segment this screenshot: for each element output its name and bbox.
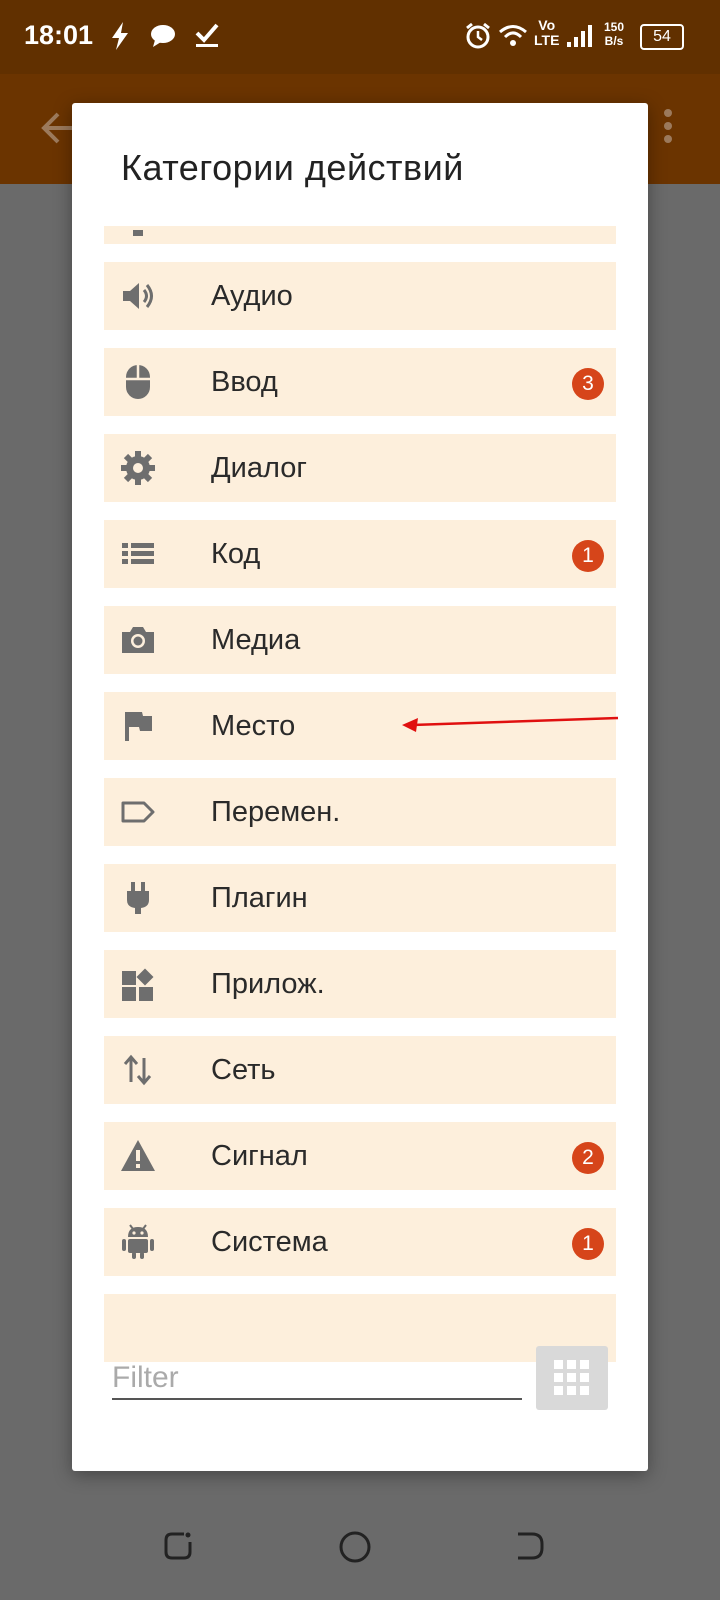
battery-icon: 54: [640, 24, 684, 50]
check-icon: [195, 23, 219, 47]
category-item-code[interactable]: Код 1: [104, 520, 616, 588]
camera-icon: [122, 627, 154, 653]
annotation-arrow-icon: [402, 716, 619, 732]
back-nav-icon[interactable]: [514, 1530, 546, 1562]
home-icon[interactable]: [338, 1530, 372, 1564]
overflow-menu-icon[interactable]: [662, 108, 674, 144]
list-icon: [122, 543, 154, 564]
partial-icon: [133, 230, 143, 236]
message-icon: [151, 25, 175, 47]
category-list[interactable]: Аудио Ввод 3 Диалог Код 1 Медиа Место Пе…: [104, 226, 616, 1426]
category-label: Сигнал: [211, 1140, 308, 1172]
count-badge: 1: [572, 540, 604, 572]
dialog-title: Категории действий: [121, 147, 464, 188]
category-label: Система: [211, 1226, 328, 1258]
plug-icon: [127, 882, 149, 914]
category-label: Перемен.: [211, 796, 341, 828]
category-item-media[interactable]: Медиа: [104, 606, 616, 674]
status-bar: 18:01 Vo LTE 150 B/s 54: [0, 0, 720, 74]
net-speed-unit: B/s: [604, 34, 624, 48]
category-item-system[interactable]: Система 1: [104, 1208, 616, 1276]
grid-view-button[interactable]: [536, 1346, 608, 1410]
category-item-signal[interactable]: Сигнал 2: [104, 1122, 616, 1190]
filter-input[interactable]: [112, 1358, 522, 1400]
category-item-dialog[interactable]: Диалог: [104, 434, 616, 502]
category-label: Сеть: [211, 1054, 276, 1086]
category-item-partial[interactable]: [104, 226, 616, 244]
updown-arrows-icon: [123, 1054, 152, 1086]
count-badge: 1: [572, 1228, 604, 1260]
category-label: Диалог: [211, 452, 307, 484]
net-speed-value: 150: [604, 20, 625, 34]
gear-icon: [121, 451, 155, 485]
volte-bottom: LTE: [534, 32, 560, 48]
android-icon: [122, 1224, 154, 1259]
category-label: Медиа: [211, 624, 301, 656]
category-item-variables[interactable]: Перемен.: [104, 778, 616, 846]
category-item-network[interactable]: Сеть: [104, 1036, 616, 1104]
flash-icon: [112, 22, 128, 50]
count-badge: 2: [572, 1142, 604, 1174]
category-label: Аудио: [211, 280, 293, 312]
category-label: Место: [211, 710, 296, 742]
count-badge: 3: [572, 368, 604, 400]
flag-icon: [125, 712, 152, 741]
signal-icon: [567, 25, 592, 47]
category-label: Код: [211, 538, 261, 570]
volte-top: Vo: [538, 17, 556, 33]
apps-icon: [122, 968, 154, 1001]
category-label: Ввод: [211, 366, 278, 398]
volte-indicator: Vo LTE: [534, 18, 559, 48]
mouse-icon: [126, 365, 150, 399]
recents-icon[interactable]: [162, 1530, 194, 1562]
category-label: Плагин: [211, 882, 308, 914]
category-item-audio[interactable]: Аудио: [104, 262, 616, 330]
category-item-plugin[interactable]: Плагин: [104, 864, 616, 932]
net-speed: 150 B/s: [604, 20, 624, 48]
speaker-icon: [123, 283, 153, 309]
category-label: Прилож.: [211, 968, 325, 1000]
status-time: 18:01: [24, 20, 94, 50]
grid-icon: [554, 1360, 589, 1395]
category-item-input[interactable]: Ввод 3: [104, 348, 616, 416]
warning-icon: [121, 1140, 155, 1171]
wifi-icon: [499, 25, 527, 46]
categories-dialog: Категории действий Аудио Ввод 3 Диалог К…: [72, 103, 648, 1471]
battery-level: 54: [653, 28, 671, 45]
category-item-apps[interactable]: Прилож.: [104, 950, 616, 1018]
alarm-icon: [466, 22, 490, 49]
tag-icon: [121, 801, 155, 823]
